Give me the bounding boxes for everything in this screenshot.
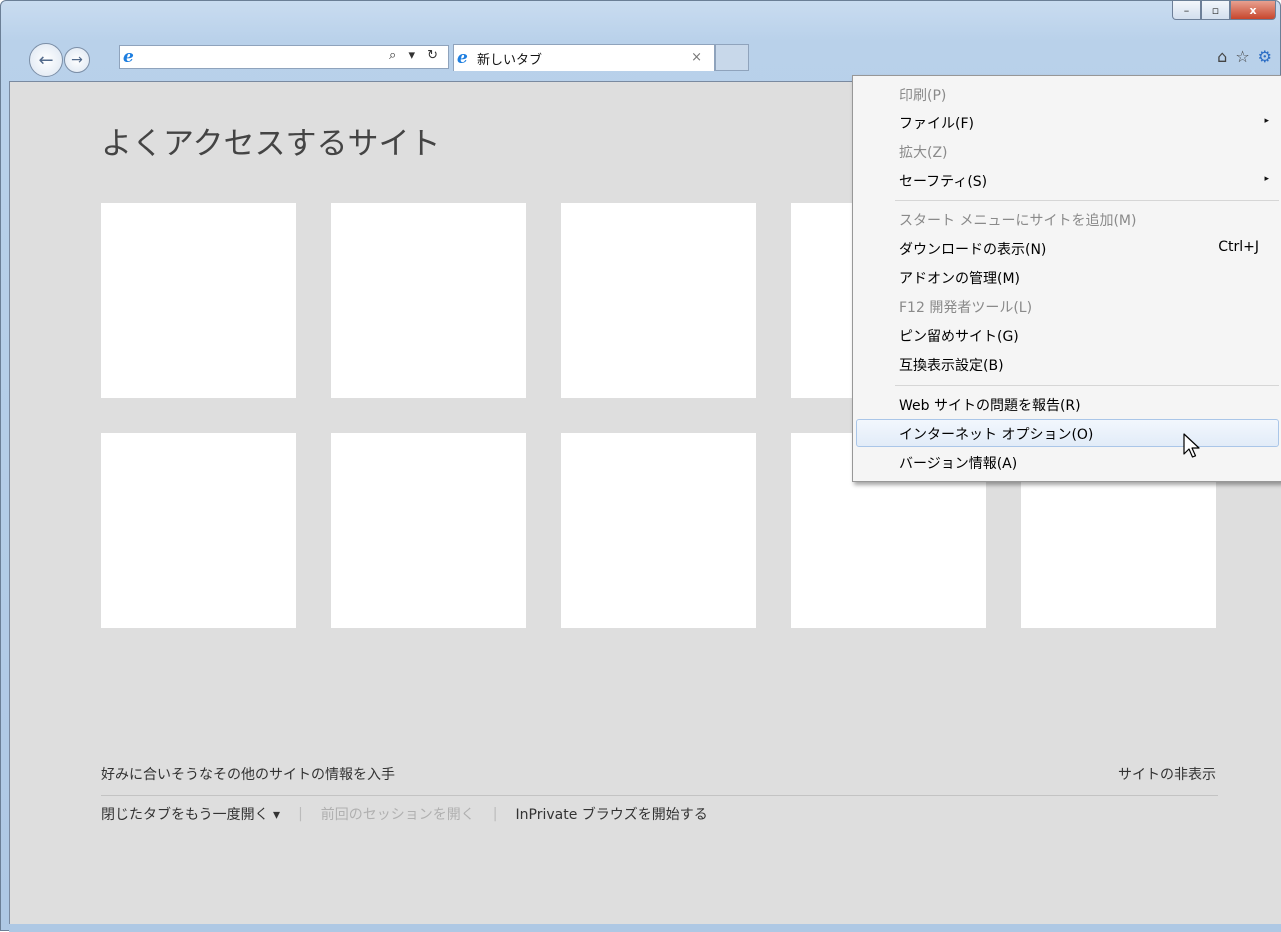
menu-item-add-to-start: スタート メニューにサイトを追加(M) <box>899 213 1137 229</box>
site-tile[interactable] <box>101 203 296 398</box>
menu-item-compat-view[interactable]: 互換表示設定(B) <box>899 355 1004 375</box>
menu-item-file[interactable]: ファイル(F) <box>899 113 974 133</box>
tab-label: 新しいタブ <box>477 52 543 68</box>
minimize-button[interactable]: – <box>1172 1 1201 20</box>
menu-item-report-problems[interactable]: Web サイトの問題を報告(R) <box>899 395 1081 415</box>
back-arrow-icon: ← <box>38 49 54 71</box>
forward-button[interactable]: → <box>64 47 90 73</box>
back-button[interactable]: ← <box>29 43 63 77</box>
menu-item-internet-options[interactable]: インターネット オプション(O) <box>899 424 1093 444</box>
separator: | <box>298 806 303 822</box>
menu-item-view-downloads[interactable]: ダウンロードの表示(N) <box>899 239 1046 259</box>
menu-item-f12-devtools: F12 開発者ツール(L) <box>899 300 1033 316</box>
submenu-arrow-icon: ▸ <box>1264 116 1269 126</box>
site-tile[interactable] <box>561 203 756 398</box>
menu-item-zoom: 拡大(Z) <box>899 145 948 161</box>
menu-item-pinned-sites[interactable]: ピン留めサイト(G) <box>899 326 1019 346</box>
site-tile[interactable] <box>561 433 756 628</box>
address-bar[interactable]: e ⌕ ▾ ↻ <box>119 45 449 69</box>
tab-close-icon[interactable]: × <box>691 50 702 65</box>
page-title: よくアクセスするサイト <box>101 126 441 162</box>
window-controls: – ▫ x <box>1172 1 1276 20</box>
new-tab-button[interactable] <box>715 44 749 71</box>
gear-icon[interactable]: ⚙ <box>1258 47 1272 66</box>
start-inprivate-link[interactable]: InPrivate ブラウズを開始する <box>516 804 708 824</box>
search-refresh-icons[interactable]: ⌕ ▾ ↻ <box>389 48 442 63</box>
reopen-last-session-link: 前回のセッションを開く <box>320 807 475 823</box>
site-tile[interactable] <box>331 203 526 398</box>
tab-ie-icon: e <box>457 48 468 68</box>
forward-arrow-icon: → <box>71 52 83 68</box>
divider <box>101 795 1218 796</box>
separator: | <box>492 806 498 822</box>
menu-item-manage-addons[interactable]: アドオンの管理(M) <box>899 268 1020 288</box>
tab-new-tab[interactable]: e 新しいタブ × <box>453 44 715 71</box>
command-icons: ⌂ ☆ ⚙ <box>1217 47 1272 66</box>
menu-separator <box>895 200 1279 201</box>
menu-item-safety[interactable]: セーフティ(S) <box>899 171 987 191</box>
footer-actions: 閉じたタブをもう一度開く ▾ | 前回のセッションを開く | InPrivate… <box>101 804 708 824</box>
downloads-shortcut: Ctrl+J <box>1218 239 1259 255</box>
menu-item-print: 印刷(P) <box>899 88 947 104</box>
mouse-cursor-icon <box>1183 433 1200 458</box>
site-tile[interactable] <box>101 433 296 628</box>
suggested-sites-link[interactable]: 好みに合いそうなその他のサイトの情報を入手 <box>101 764 395 784</box>
submenu-arrow-icon: ▸ <box>1264 174 1269 184</box>
tools-menu: 印刷(P) ファイル(F) ▸ 拡大(Z) セーフティ(S) ▸ スタート メニ… <box>852 75 1281 482</box>
browser-window: – ▫ x ← → e ⌕ ▾ ↻ e 新しいタブ × ⌂ ☆ ⚙ よくアクセス… <box>0 0 1281 932</box>
reopen-closed-tabs-link[interactable]: 閉じたタブをもう一度開く ▾ <box>101 804 280 824</box>
ie-logo-icon: e <box>123 47 134 67</box>
hide-sites-link[interactable]: サイトの非表示 <box>1118 764 1216 784</box>
menu-item-about[interactable]: バージョン情報(A) <box>899 453 1017 473</box>
maximize-button[interactable]: ▫ <box>1201 1 1230 20</box>
favorites-star-icon[interactable]: ☆ <box>1235 47 1249 66</box>
home-icon[interactable]: ⌂ <box>1217 47 1227 66</box>
close-button[interactable]: x <box>1230 1 1276 20</box>
menu-separator <box>895 385 1279 386</box>
site-tile[interactable] <box>331 433 526 628</box>
